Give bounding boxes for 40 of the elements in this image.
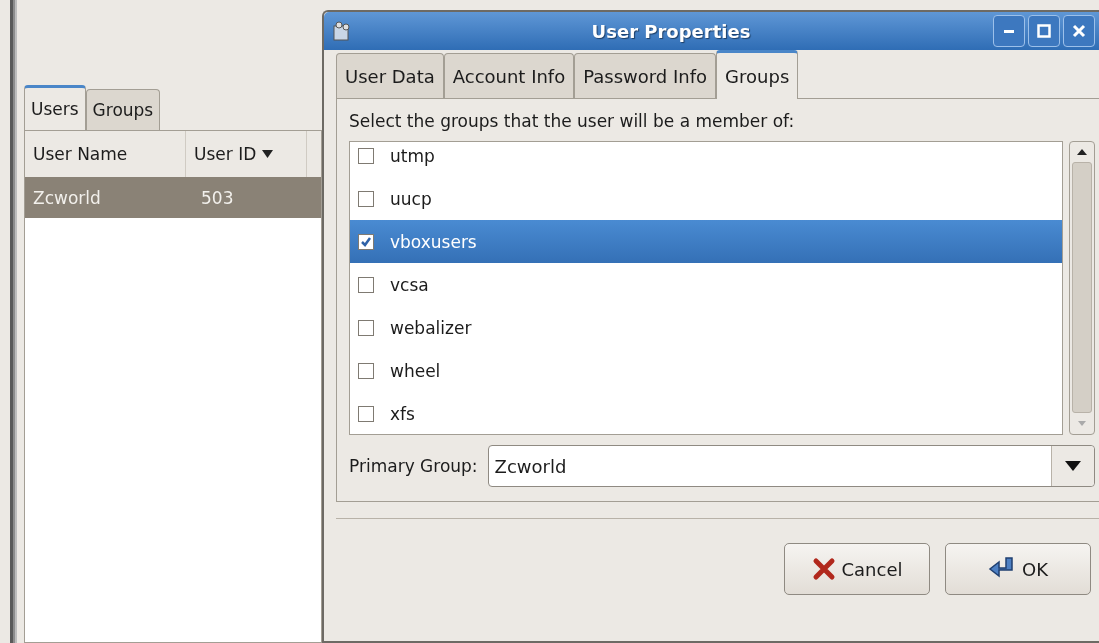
tab[interactable]: Password Info bbox=[574, 53, 717, 98]
checkbox[interactable] bbox=[358, 276, 374, 293]
users-icon bbox=[332, 20, 352, 42]
instruction-text: Select the groups that the user will be a member of: bbox=[349, 111, 796, 131]
scrollbar[interactable] bbox=[1069, 141, 1095, 435]
checkbox[interactable] bbox=[358, 233, 374, 250]
maximize-icon bbox=[1037, 24, 1051, 38]
checkbox[interactable] bbox=[358, 362, 374, 379]
ok-button[interactable]: OK bbox=[945, 543, 1091, 595]
minimize-button[interactable] bbox=[993, 15, 1025, 47]
group-item[interactable]: uucp bbox=[350, 177, 1062, 220]
group-item[interactable]: xfs bbox=[350, 392, 1062, 434]
checkbox[interactable] bbox=[358, 405, 374, 422]
checkbox[interactable] bbox=[358, 190, 374, 207]
group-item[interactable]: webalizer bbox=[350, 306, 1062, 349]
tab[interactable]: Groups bbox=[85, 89, 161, 130]
cancel-button[interactable]: Cancel bbox=[784, 543, 930, 595]
maximize-button[interactable] bbox=[1028, 15, 1060, 47]
group-item[interactable]: wheel bbox=[350, 349, 1062, 392]
close-button[interactable] bbox=[1063, 15, 1095, 47]
dropdown-arrow-icon bbox=[1065, 461, 1081, 471]
field-label: Primary Group: bbox=[349, 456, 478, 476]
close-icon bbox=[811, 557, 836, 581]
group-item[interactable]: vcsa bbox=[350, 263, 1062, 306]
down-arrow-icon bbox=[1078, 421, 1086, 426]
primary-group-dropdown[interactable]: Zcworld bbox=[487, 445, 1095, 487]
up-arrow-icon bbox=[1077, 149, 1087, 155]
table-cell-text: 503 bbox=[200, 187, 235, 208]
tab[interactable]: Groups bbox=[716, 50, 799, 99]
table-cell-text: Zcworld bbox=[32, 187, 102, 208]
group-item[interactable]: utmp bbox=[350, 142, 1062, 177]
group-item[interactable]: vboxusers bbox=[350, 220, 1062, 263]
tab[interactable]: User Data bbox=[336, 53, 444, 98]
tab[interactable]: Users bbox=[24, 85, 86, 130]
close-icon bbox=[1072, 24, 1086, 38]
minimize-icon bbox=[1004, 29, 1014, 33]
checkbox[interactable] bbox=[358, 319, 374, 336]
window-title: User Properties bbox=[590, 20, 752, 42]
tab[interactable]: Account Info bbox=[443, 53, 575, 98]
checkbox[interactable] bbox=[358, 147, 374, 164]
